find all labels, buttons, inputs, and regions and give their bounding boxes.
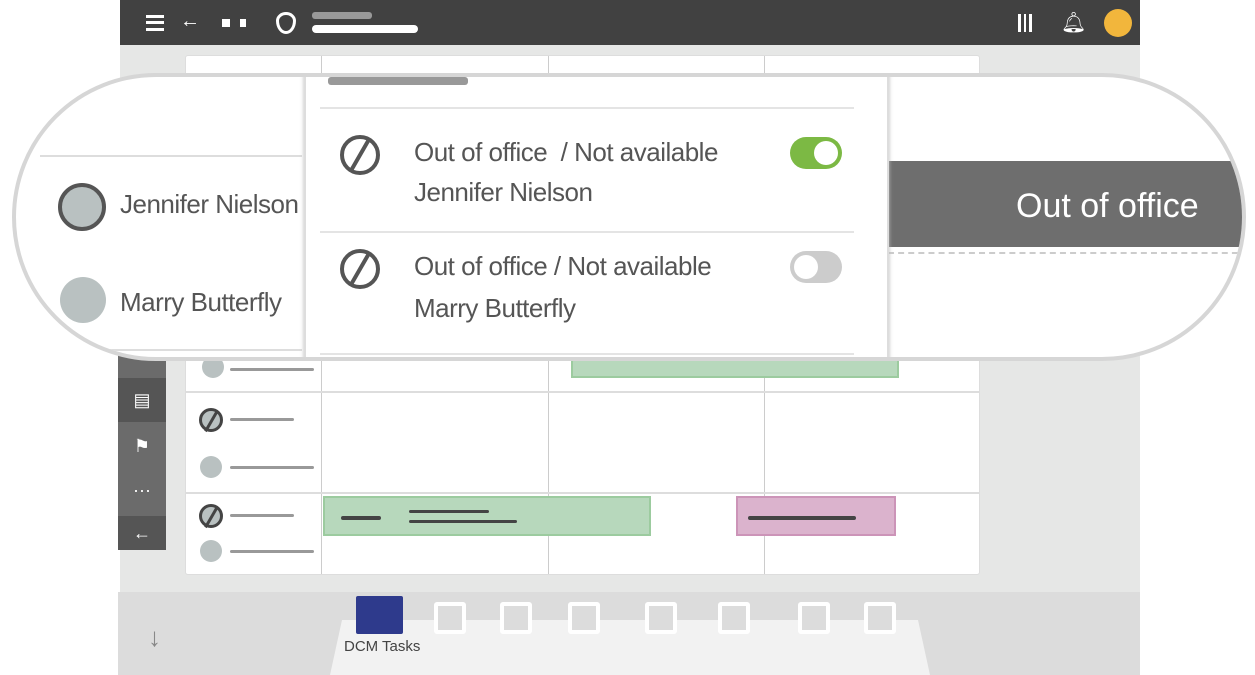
out-of-office-icon xyxy=(58,183,106,231)
magnified-callout: Jennifer Nielson Marry Butterfly Out of … xyxy=(12,73,1246,361)
apps-icon[interactable] xyxy=(222,19,246,27)
person-name: Jennifer Nielson xyxy=(414,177,593,207)
more-icon[interactable]: ··· xyxy=(118,468,166,512)
app-slot[interactable] xyxy=(645,602,677,634)
out-of-office-icon xyxy=(340,249,380,289)
title-placeholder xyxy=(312,12,372,19)
filter-icon[interactable]: ⚑ xyxy=(118,424,166,468)
availability-toggle[interactable] xyxy=(790,137,842,169)
popover-item[interactable]: Out of office / Not available Jennifer N… xyxy=(306,111,886,231)
out-of-office-icon xyxy=(340,135,380,175)
collapse-arrow-icon[interactable]: ← xyxy=(118,516,166,550)
out-of-office-icon xyxy=(199,504,223,528)
top-bar: ← 🔔︎ xyxy=(120,0,1140,45)
subtitle-placeholder xyxy=(312,25,418,33)
side-toolbar: ▤ ⚑ ··· ← xyxy=(118,340,166,550)
app-slot[interactable] xyxy=(500,602,532,634)
person-name: Marry Butterfly xyxy=(120,287,282,317)
app-slot[interactable] xyxy=(798,602,830,634)
banner-text: Out of office xyxy=(1016,187,1199,225)
event-bar[interactable] xyxy=(323,496,651,536)
bell-icon[interactable]: 🔔︎ xyxy=(1061,10,1086,35)
person-name: Marry Butterfly xyxy=(414,293,576,323)
menu-icon[interactable] xyxy=(146,15,164,31)
avatar[interactable] xyxy=(1104,9,1132,37)
popover-item[interactable]: Out of office / Not available Marry Butt… xyxy=(306,233,886,353)
settings-sliders-icon[interactable] xyxy=(1018,14,1032,32)
app-slot[interactable] xyxy=(434,602,466,634)
layout-icon[interactable]: ▤ xyxy=(118,378,166,422)
person-name: Jennifer Nielson xyxy=(120,189,299,219)
availability-toggle[interactable] xyxy=(790,251,842,283)
dcm-tasks-tile[interactable] xyxy=(356,596,403,634)
app-slot[interactable] xyxy=(568,602,600,634)
out-of-office-icon xyxy=(199,408,223,432)
status-label: Out of office / Not available xyxy=(414,251,712,281)
app-slot[interactable] xyxy=(864,602,896,634)
event-bar[interactable] xyxy=(736,496,896,536)
dcm-tasks-label: DCM Tasks xyxy=(344,638,421,655)
person-avatar xyxy=(200,540,222,562)
status-popover: Out of office / Not available Jennifer N… xyxy=(304,77,889,357)
app-slot[interactable] xyxy=(718,602,750,634)
status-label: Out of office / Not available xyxy=(414,137,718,167)
down-arrow-icon[interactable]: ↓ xyxy=(148,622,161,653)
back-arrow-icon[interactable]: ← xyxy=(180,10,200,33)
person-avatar xyxy=(200,456,222,478)
person-avatar xyxy=(60,277,106,323)
logo-icon xyxy=(276,12,296,34)
